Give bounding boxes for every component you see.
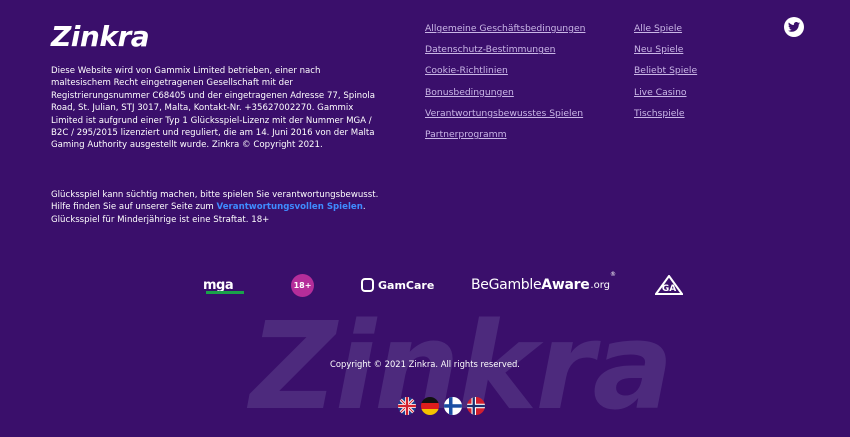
age-restriction-badge: 18+ [291,273,314,297]
mga-underline [206,291,244,294]
bga-org: .org [590,279,610,291]
gamblers-anonymous-logo[interactable]: GA [655,273,683,297]
link-all-games[interactable]: Alle Spiele [634,22,697,43]
twitter-bird-glyph [788,22,800,32]
begambleaware-logo[interactable]: BeGamble Aware .org ® [471,271,616,297]
gamcare-label: GamCare [378,278,435,292]
license-badges: mga 18+ GamCare BeGamble Aware .org ® GA [0,271,850,297]
gamcare-icon [361,278,374,292]
link-table-games[interactable]: Tischspiele [634,107,697,128]
link-new-games[interactable]: Neu Spiele [634,43,697,64]
link-privacy[interactable]: Datenschutz-Bestimmungen [425,43,585,64]
flag-no-icon[interactable] [467,397,485,415]
link-responsible-gaming[interactable]: Verantwortungsbewusstes Spielen [425,107,585,128]
link-cookies[interactable]: Cookie-Richtlinien [425,64,585,85]
link-live-casino[interactable]: Live Casino [634,86,697,107]
link-terms[interactable]: Allgemeine Geschäftsbedingungen [425,22,585,43]
bga-registered-mark: ® [610,271,616,278]
link-bonus-terms[interactable]: Bonusbedingungen [425,86,585,107]
company-info-text: Diese Website wird von Gammix Limited be… [51,66,376,151]
footer-legal-links: Allgemeine Geschäftsbedingungen Datensch… [425,22,585,149]
svg-text:GA: GA [662,284,676,294]
gamcare-logo[interactable]: GamCare [361,273,434,297]
link-popular-games[interactable]: Beliebt Spiele [634,64,697,85]
bga-aware: Aware [541,277,590,293]
flag-de-icon[interactable] [421,397,439,415]
flag-uk-icon[interactable] [398,397,416,415]
site-logo[interactable]: Zinkra [51,20,150,53]
twitter-icon[interactable] [784,17,804,37]
footer-game-links: Alle Spiele Neu Spiele Beliebt Spiele Li… [634,22,697,128]
flag-fi-icon[interactable] [444,397,462,415]
mga-logo[interactable]: mga [203,273,244,297]
copyright-text: Copyright © 2021 Zinkra. All rights rese… [330,359,520,369]
responsible-gambling-notice: Glücksspiel kann süchtig machen, bitte s… [51,189,381,226]
bga-be: BeGamble [471,277,542,293]
gamblers-anonymous-icon: GA [655,275,683,295]
language-selector [398,397,485,415]
age-badge-circle: 18+ [291,273,314,297]
link-affiliates[interactable]: Partnerprogramm [425,128,585,149]
responsible-gaming-link[interactable]: Verantwortungsvollen Spielen [217,202,363,212]
